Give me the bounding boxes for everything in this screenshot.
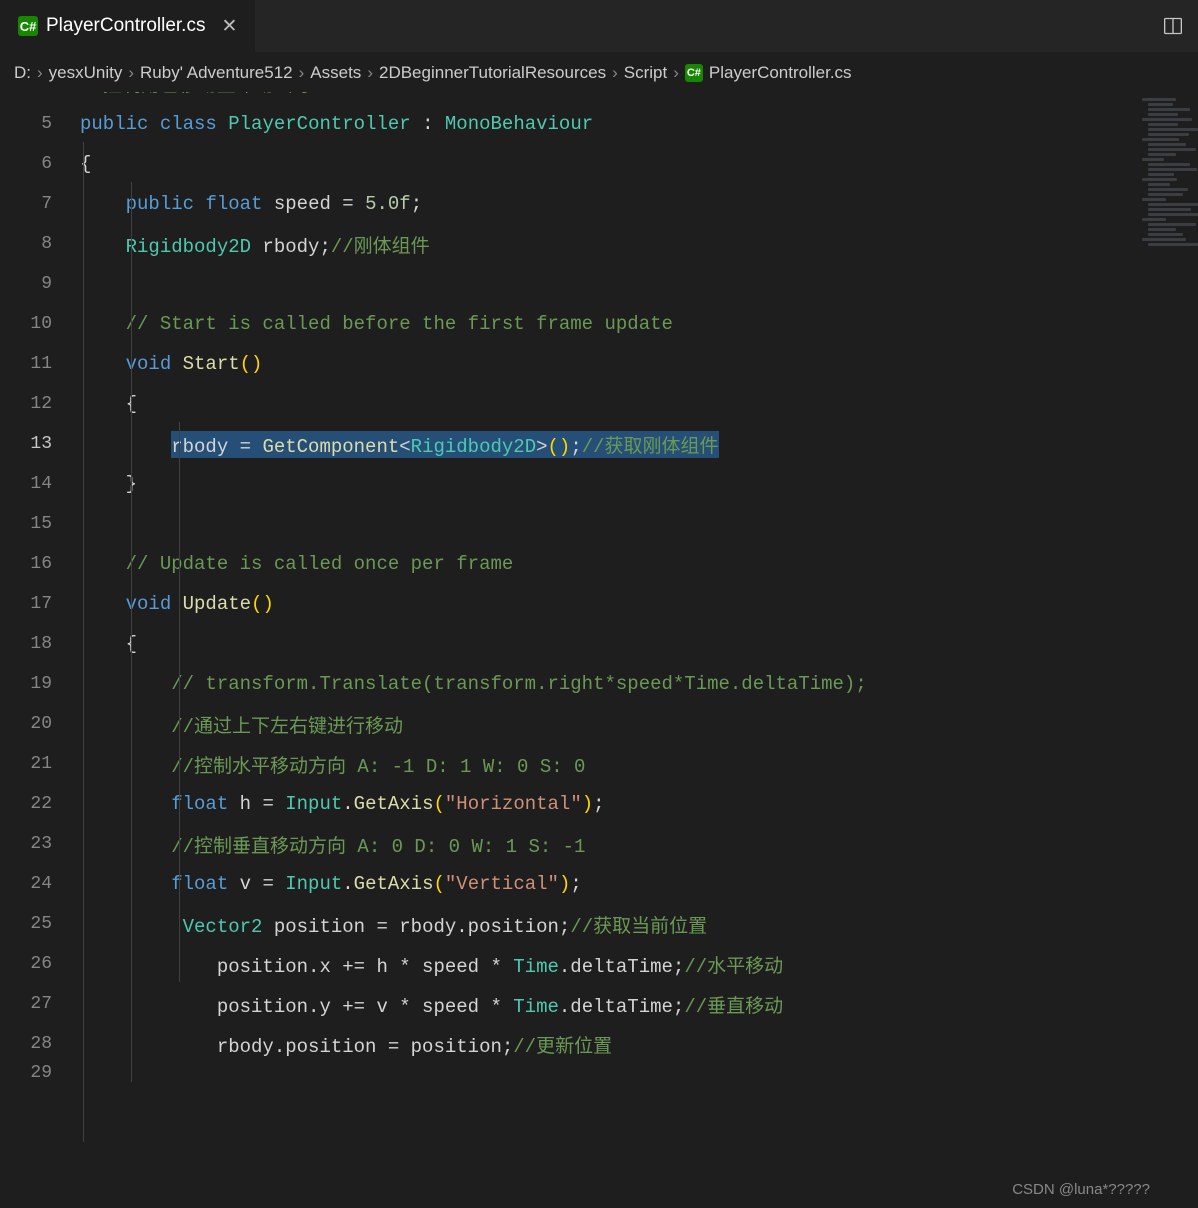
code-line[interactable]: 7 public float speed = 5.0f; [0, 184, 1138, 224]
code-line[interactable]: 15 [0, 504, 1138, 544]
line-number: 12 [0, 394, 80, 414]
csharp-file-icon: C# [685, 64, 703, 82]
line-number: 8 [0, 234, 80, 254]
minimap[interactable] [1138, 92, 1198, 1208]
line-number: 28 [0, 1034, 80, 1054]
code-line[interactable]: 25 Vector2 position = rbody.position;//获… [0, 904, 1138, 944]
code-line[interactable]: 8 Rigidbody2D rbody;//刚体组件 [0, 224, 1138, 264]
line-number: 22 [0, 794, 80, 814]
line-number: 26 [0, 954, 80, 974]
breadcrumb-item[interactable]: PlayerController.cs [709, 63, 852, 83]
code-line[interactable]: 11 void Start() [0, 344, 1138, 384]
line-number: 20 [0, 714, 80, 734]
code-line[interactable]: 24 float v = Input.GetAxis("Vertical"); [0, 864, 1138, 904]
line-number: 21 [0, 754, 80, 774]
split-editor-icon[interactable] [1162, 16, 1184, 36]
line-number: 5 [0, 114, 80, 134]
code-line[interactable]: 10 // Start is called before the first f… [0, 304, 1138, 344]
line-number: 14 [0, 474, 80, 494]
code-line[interactable]: 14 } [0, 464, 1138, 504]
breadcrumb-item[interactable]: yesxUnity [49, 63, 123, 83]
code-line[interactable]: 22 float h = Input.GetAxis("Horizontal")… [0, 784, 1138, 824]
tab-title: PlayerController.cs [46, 15, 205, 37]
line-number: 23 [0, 834, 80, 854]
tab-bar: C# PlayerController.cs ✕ [0, 0, 1198, 52]
tab-active[interactable]: C# PlayerController.cs ✕ [0, 0, 256, 52]
line-number: 6 [0, 154, 80, 174]
code-line[interactable]: 26 position.x += h * speed * Time.deltaT… [0, 944, 1138, 984]
breadcrumb-item[interactable]: 2DBeginnerTutorialResources [379, 63, 606, 83]
line-number: 10 [0, 314, 80, 334]
breadcrumb[interactable]: D:› yesxUnity› Ruby' Adventure512› Asset… [0, 52, 1198, 92]
code-line[interactable]: 13 rbody = GetComponent<Rigidbody2D>();/… [0, 424, 1138, 464]
line-number: 25 [0, 914, 80, 934]
breadcrumb-item[interactable]: Script [624, 63, 667, 83]
breadcrumb-item[interactable]: D: [14, 63, 31, 83]
code-line[interactable]: 28 rbody.position = position;//更新位置 [0, 1024, 1138, 1064]
csharp-file-icon: C# [18, 16, 38, 36]
line-number: 13 [0, 434, 80, 454]
line-number: 11 [0, 354, 80, 374]
line-number: 9 [0, 274, 80, 294]
line-number: 24 [0, 874, 80, 894]
breadcrumb-item[interactable]: Assets [310, 63, 361, 83]
code-line[interactable]: 21 //控制水平移动方向 A: -1 D: 1 W: 0 S: 0 [0, 744, 1138, 784]
line-number: 15 [0, 514, 80, 534]
editor[interactable]: //控制角色移动生命动画等5public class PlayerControl… [0, 92, 1198, 1208]
code-line[interactable]: 9 [0, 264, 1138, 304]
code-line[interactable]: 27 position.y += v * speed * Time.deltaT… [0, 984, 1138, 1024]
code-line[interactable]: 5public class PlayerController : MonoBeh… [0, 104, 1138, 144]
line-number: 19 [0, 674, 80, 694]
code-line[interactable]: 20 //通过上下左右键进行移动 [0, 704, 1138, 744]
close-tab-icon[interactable]: ✕ [221, 15, 237, 38]
watermark: CSDN @luna*????? [1012, 1181, 1150, 1198]
code-line[interactable]: 18 { [0, 624, 1138, 664]
line-number: 27 [0, 994, 80, 1014]
code-line[interactable]: 12 { [0, 384, 1138, 424]
line-number: 7 [0, 194, 80, 214]
code-line[interactable]: 6{ [0, 144, 1138, 184]
breadcrumb-item[interactable]: Ruby' Adventure512 [140, 63, 293, 83]
code-line[interactable]: 17 void Update() [0, 584, 1138, 624]
code-line[interactable]: 23 //控制垂直移动方向 A: 0 D: 0 W: 1 S: -1 [0, 824, 1138, 864]
code-line[interactable]: 19 // transform.Translate(transform.righ… [0, 664, 1138, 704]
line-number: 18 [0, 634, 80, 654]
line-number: 17 [0, 594, 80, 614]
line-number: 16 [0, 554, 80, 574]
code-line[interactable]: 16 // Update is called once per frame [0, 544, 1138, 584]
